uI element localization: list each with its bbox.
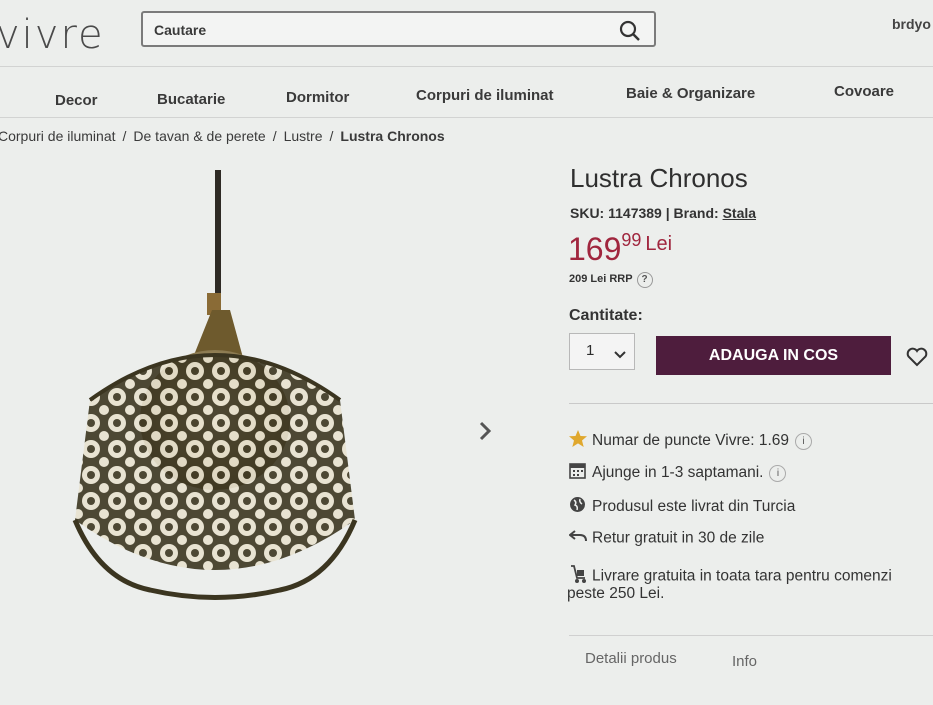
chevron-right-icon[interactable] bbox=[478, 421, 492, 446]
chevron-down-icon bbox=[614, 346, 626, 364]
info-icon[interactable]: i bbox=[795, 432, 813, 450]
nav-item-bucatarie[interactable]: Bucatarie bbox=[157, 91, 225, 108]
tab-info[interactable]: Info bbox=[732, 653, 757, 670]
product-title: Lustra Chronos bbox=[570, 163, 748, 193]
star-icon bbox=[569, 430, 587, 452]
search-icon[interactable] bbox=[618, 19, 642, 48]
search-placeholder: Cautare bbox=[154, 22, 207, 38]
price-integer: 169 bbox=[568, 231, 622, 267]
price: 16999 Lei bbox=[568, 230, 672, 268]
nav-item-corpuri-de-iluminat[interactable]: Corpuri de iluminat bbox=[416, 87, 554, 104]
quantity-value: 1 bbox=[586, 342, 595, 359]
sku-label: SKU: 1147389 | bbox=[570, 205, 670, 221]
heart-icon[interactable] bbox=[906, 347, 928, 372]
rrp-text: 209 Lei RRP bbox=[569, 273, 633, 285]
brand-link[interactable]: Stala bbox=[723, 205, 756, 221]
feature-text: Numar de puncte Vivre: 1.69 bbox=[592, 432, 790, 450]
feature-free-shipping-cont: peste 250 Lei. bbox=[567, 585, 665, 602]
breadcrumb-item[interactable]: Lustre bbox=[284, 128, 323, 144]
quantity-select[interactable]: 1 bbox=[569, 333, 635, 370]
user-account-link[interactable]: brdyo bbox=[892, 16, 931, 32]
feature-points: Numar de puncte Vivre: 1.69 i bbox=[569, 430, 813, 452]
product-meta: SKU: 1147389 | Brand: Stala bbox=[570, 205, 756, 221]
price-currency: Lei bbox=[645, 233, 673, 255]
header-divider bbox=[0, 66, 933, 67]
nav-item-dormitor[interactable]: Dormitor bbox=[286, 89, 349, 106]
return-icon bbox=[568, 529, 587, 548]
feature-text: Ajunge in 1-3 saptamani. bbox=[592, 464, 764, 482]
tabs-divider bbox=[569, 635, 933, 636]
feature-origin: Produsul este livrat din Turcia bbox=[569, 496, 795, 518]
feature-text: Produsul este livrat din Turcia bbox=[592, 498, 796, 516]
section-divider bbox=[569, 403, 933, 404]
feature-text: Retur gratuit in 30 de zile bbox=[592, 529, 765, 547]
breadcrumb-item[interactable]: De tavan & de perete bbox=[133, 128, 265, 144]
globe-icon bbox=[569, 496, 587, 518]
product-image[interactable] bbox=[0, 150, 470, 700]
breadcrumb-item[interactable]: Corpuri de iluminat bbox=[0, 128, 116, 144]
feature-text: Livrare gratuita in toata tara pentru co… bbox=[592, 567, 892, 585]
nav-item-covoare[interactable]: Covoare bbox=[834, 83, 894, 100]
nav-item-baie-organizare[interactable]: Baie & Organizare bbox=[626, 85, 755, 102]
nav-divider bbox=[0, 117, 933, 118]
brand-label: Brand: bbox=[673, 205, 719, 221]
price-decimals: 99 bbox=[621, 230, 642, 250]
breadcrumb: Corpuri de iluminat / De tavan & de perete… bbox=[0, 128, 445, 144]
tab-detalii-produs[interactable]: Detalii produs bbox=[585, 650, 677, 667]
info-icon[interactable]: i bbox=[769, 464, 787, 482]
calendar-icon bbox=[569, 462, 587, 484]
rrp-price: 209 Lei RRP? bbox=[569, 272, 653, 288]
search-input[interactable]: Cautare bbox=[141, 11, 656, 47]
add-to-cart-button[interactable]: ADAUGA IN COS bbox=[656, 336, 891, 375]
logo[interactable]: vivre bbox=[0, 12, 105, 58]
quantity-label: Cantitate: bbox=[569, 307, 643, 324]
help-icon[interactable]: ? bbox=[636, 272, 653, 288]
nav-item-decor[interactable]: Decor bbox=[55, 92, 98, 109]
feature-return: Retur gratuit in 30 de zile bbox=[568, 529, 765, 548]
feature-delivery-time: Ajunge in 1-3 saptamani. i bbox=[569, 462, 787, 484]
breadcrumb-current: Lustra Chronos bbox=[340, 128, 445, 144]
